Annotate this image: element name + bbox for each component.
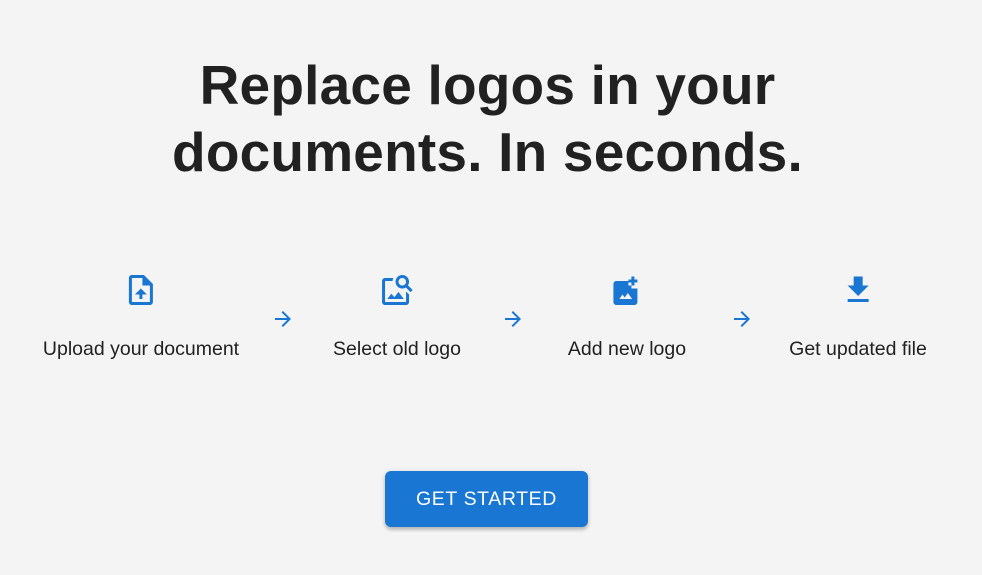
step-select-old-logo: Select old logo — [333, 272, 461, 361]
hero-title-line-2: documents. In seconds. — [172, 121, 803, 183]
step-label: Add new logo — [567, 338, 687, 360]
arrow-forward-icon — [734, 311, 750, 327]
arrow-forward-icon — [275, 311, 291, 327]
get-started-button[interactable]: GET STARTED — [385, 471, 588, 527]
download-icon — [847, 276, 869, 302]
step-upload-document: Upload your document — [43, 272, 239, 361]
add-photo-icon — [613, 276, 638, 305]
step-label: Get updated file — [789, 338, 927, 360]
image-search-icon — [381, 275, 413, 305]
step-label: Upload your document — [42, 338, 240, 360]
hero-title: Replace logos in your documents. In seco… — [0, 52, 975, 186]
step-add-new-logo: Add new logo — [568, 272, 686, 361]
hero-title-line-1: Replace logos in your — [199, 54, 776, 116]
upload-file-icon — [128, 275, 153, 305]
step-label: Select old logo — [333, 338, 461, 360]
step-get-updated-file: Get updated file — [789, 272, 927, 361]
arrow-forward-icon — [505, 311, 521, 327]
